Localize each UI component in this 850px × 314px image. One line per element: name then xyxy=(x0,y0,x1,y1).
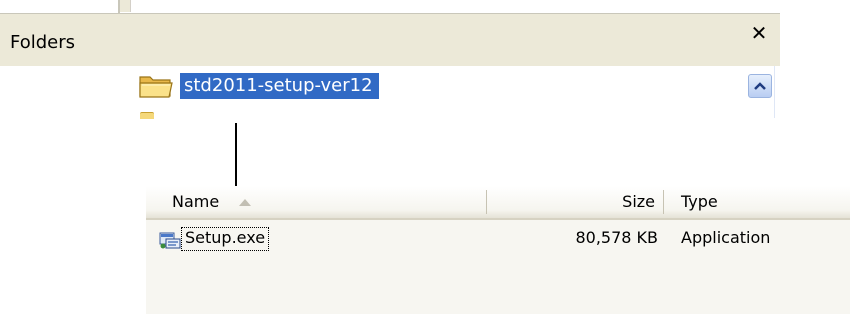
folder-tree xyxy=(0,66,780,118)
sort-ascending-icon xyxy=(239,199,251,206)
folder-tree-item[interactable]: std2011-setup-ver12 xyxy=(138,69,379,103)
column-header-size-label: Size xyxy=(622,192,655,211)
folders-pane: Folders ✕ std2011-setup-ver12 xyxy=(0,0,780,119)
close-icon[interactable]: ✕ xyxy=(748,22,770,44)
setup-exe-icon xyxy=(159,232,181,249)
file-name: Setup.exe xyxy=(180,227,270,251)
column-header-type[interactable]: Type xyxy=(663,186,850,218)
folder-icon xyxy=(139,76,173,98)
file-list-pane: Name Size Type Setup.exe 80,578 KB Appli… xyxy=(146,186,850,314)
folders-header xyxy=(0,14,780,66)
file-size: 80,578 KB xyxy=(575,228,658,247)
scrollbar-track[interactable] xyxy=(774,66,775,118)
column-header-type-label: Type xyxy=(681,192,718,211)
list-header: Name Size Type xyxy=(146,186,850,220)
window-top-strip xyxy=(0,0,780,14)
scroll-up-arrow-icon xyxy=(754,82,766,90)
file-type: Application xyxy=(681,228,771,247)
file-list-row[interactable]: Setup.exe 80,578 KB Application xyxy=(146,227,850,252)
column-header-name[interactable]: Name xyxy=(146,186,486,218)
folders-title: Folders xyxy=(10,32,76,53)
tab-edge-button xyxy=(120,0,131,12)
column-header-size[interactable]: Size xyxy=(486,186,663,218)
column-header-name-label: Name xyxy=(172,192,220,211)
folder-icon-partial xyxy=(140,112,154,119)
folder-label: std2011-setup-ver12 xyxy=(180,73,379,99)
scroll-up-button[interactable] xyxy=(748,74,772,98)
